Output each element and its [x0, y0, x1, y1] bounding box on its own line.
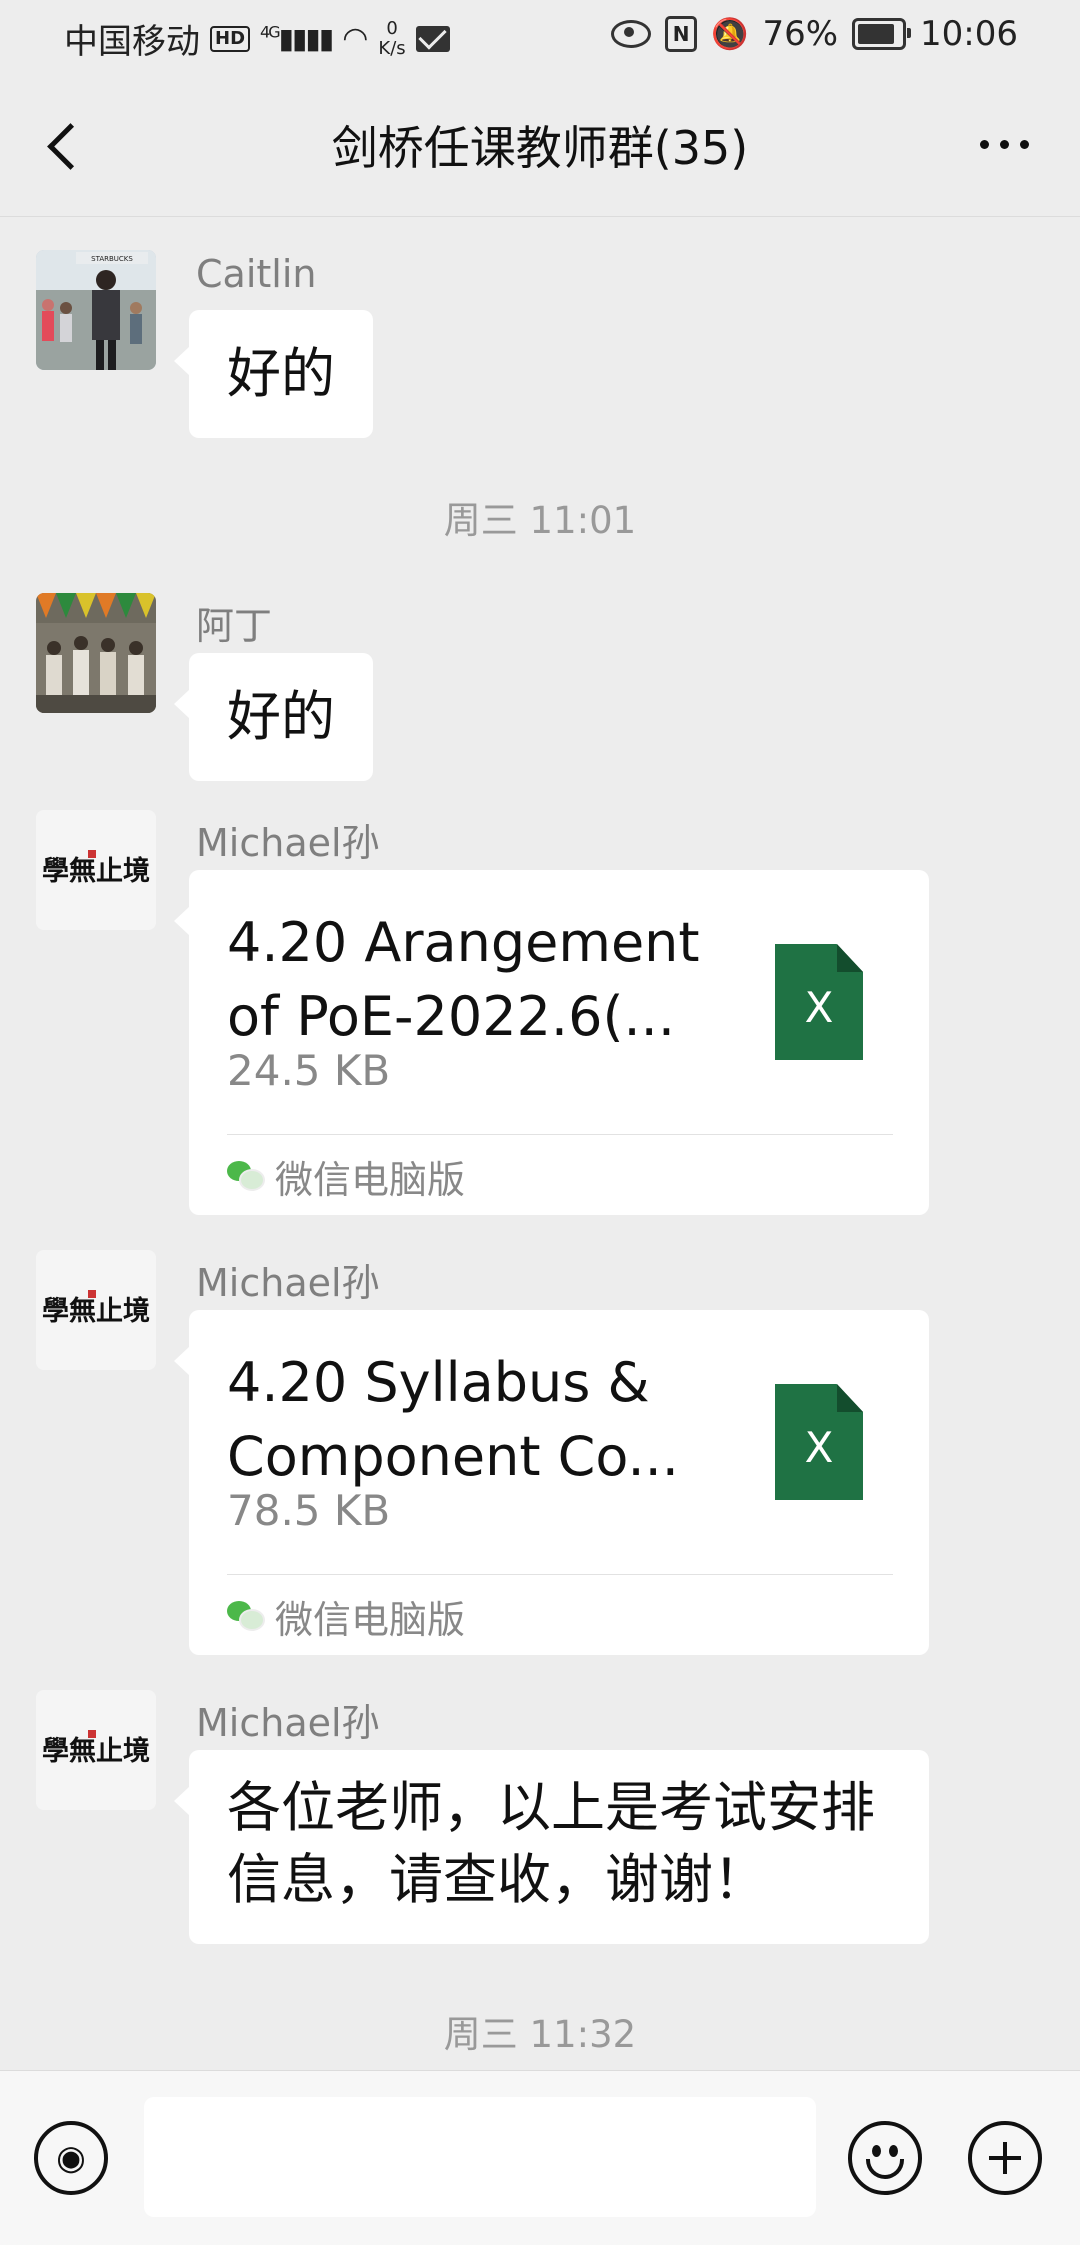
nfc-icon: N — [665, 16, 698, 52]
message-input[interactable] — [144, 2097, 816, 2217]
speed-unit: K/s — [378, 37, 406, 59]
hd-icon: HD — [210, 25, 251, 52]
timestamp: 周三 11:32 — [443, 2013, 637, 2056]
more-dots-icon[interactable] — [964, 122, 1044, 166]
clock: 10:06 — [920, 14, 1018, 54]
message-line: 各位老师，以上是考试安排 — [227, 1776, 875, 1839]
message-line: 信息，请查收，谢谢！ — [227, 1848, 767, 1911]
network-type: 4G — [260, 22, 281, 42]
wechat-icon — [227, 1601, 265, 1631]
file-name-line: 4.20 Syllabus & — [227, 1351, 650, 1414]
speed-value: 0 — [386, 17, 398, 39]
calligraphy-logo: 學無止境 — [42, 1736, 150, 1767]
message-text: 好的 — [227, 342, 335, 405]
file-name-line: of PoE-2022.6(... — [227, 985, 676, 1048]
battery-fill — [858, 24, 895, 44]
avatar[interactable]: STARBUCKS — [36, 250, 156, 370]
mail-icon — [415, 25, 450, 52]
message-item: 學無止境 Michael孙 各位老师，以上是考试安排 信息，请查收，谢谢！ — [36, 1690, 1036, 1950]
sender-name: Michael孙 — [196, 821, 380, 865]
divider — [227, 1574, 893, 1575]
calligraphy-logo: 學無止境 — [42, 856, 150, 887]
message-text: 各位老师，以上是考试安排 信息，请查收，谢谢！ — [189, 1750, 929, 1944]
carrier-label: 中国移动 — [64, 22, 200, 62]
mute-bell-icon: 🔕 — [711, 16, 749, 52]
excel-x-letter: X — [804, 1423, 834, 1472]
source-label: 微信电脑版 — [275, 1157, 466, 1202]
file-name: 4.20 Arangement of PoE-2022.6(... — [227, 906, 717, 1054]
network-speed: 0 K/s — [378, 17, 406, 59]
file-card[interactable]: 4.20 Syllabus & Component Co... 78.5 KB … — [174, 1310, 929, 1655]
voice-icon[interactable]: ◉ — [34, 2121, 108, 2195]
file-name: 4.20 Syllabus & Component Co... — [227, 1346, 717, 1494]
avatar[interactable]: 學無止境 — [36, 1250, 156, 1370]
emoji-icon[interactable] — [848, 2121, 922, 2195]
chat-header: 剑桥任课教师群(35) — [0, 72, 1080, 217]
file-card[interactable]: 4.20 Arangement of PoE-2022.6(... 24.5 K… — [174, 870, 929, 1215]
file-source: 微信电脑版 — [227, 1588, 465, 1644]
signal-icon: 4G▮▮▮▮ — [260, 22, 334, 55]
excel-x-letter: X — [804, 983, 834, 1032]
wifi-icon: ◠ — [342, 21, 369, 56]
message-item: 阿丁 好的 — [36, 593, 1036, 783]
battery-icon — [852, 18, 912, 50]
divider — [227, 1134, 893, 1135]
file-size: 24.5 KB — [227, 1046, 391, 1095]
input-bar: ◉ — [0, 2070, 1080, 2245]
avatar[interactable]: 學無止境 — [36, 1690, 156, 1810]
eye-icon — [611, 20, 652, 48]
avatar[interactable] — [36, 593, 156, 713]
battery-percent: 76% — [762, 14, 839, 54]
sender-name: Caitlin — [196, 252, 317, 296]
status-left: 中国移动 HD 4G▮▮▮▮ ◠ 0 K/s — [64, 14, 450, 63]
message-item: 學無止境 Michael孙 4.20 Arangement of PoE-202… — [36, 810, 1036, 1220]
message-bubble[interactable]: 好的 — [174, 653, 373, 781]
starbucks-sign: STARBUCKS — [91, 255, 133, 263]
file-size: 78.5 KB — [227, 1486, 391, 1535]
message-item: 學無止境 Michael孙 4.20 Syllabus & Component … — [36, 1250, 1036, 1660]
message-text: 好的 — [227, 685, 335, 748]
timestamp: 周三 11:01 — [443, 499, 637, 542]
message-bubble[interactable]: 好的 — [174, 310, 373, 438]
status-right: N 🔕 76% 10:06 — [611, 14, 1018, 54]
file-name-line: 4.20 Arangement — [227, 911, 700, 974]
source-label: 微信电脑版 — [275, 1597, 466, 1642]
sender-name: 阿丁 — [196, 604, 273, 648]
message-bubble[interactable]: 各位老师，以上是考试安排 信息，请查收，谢谢！ — [174, 1750, 929, 1944]
file-name-line: Component Co... — [227, 1425, 679, 1488]
calligraphy-logo: 學無止境 — [42, 1296, 150, 1327]
file-source: 微信电脑版 — [227, 1148, 465, 1204]
chat-title: 剑桥任课教师群(35) — [331, 121, 749, 175]
message-item: STARBUCKS Caitlin 好的 — [36, 250, 1036, 440]
sender-name: Michael孙 — [196, 1701, 380, 1745]
avatar[interactable]: 學無止境 — [36, 810, 156, 930]
status-bar: 中国移动 HD 4G▮▮▮▮ ◠ 0 K/s N 🔕 76% 10:06 — [0, 0, 1080, 72]
sender-name: Michael孙 — [196, 1261, 380, 1305]
plus-icon[interactable] — [968, 2121, 1042, 2195]
wechat-icon — [227, 1161, 265, 1191]
